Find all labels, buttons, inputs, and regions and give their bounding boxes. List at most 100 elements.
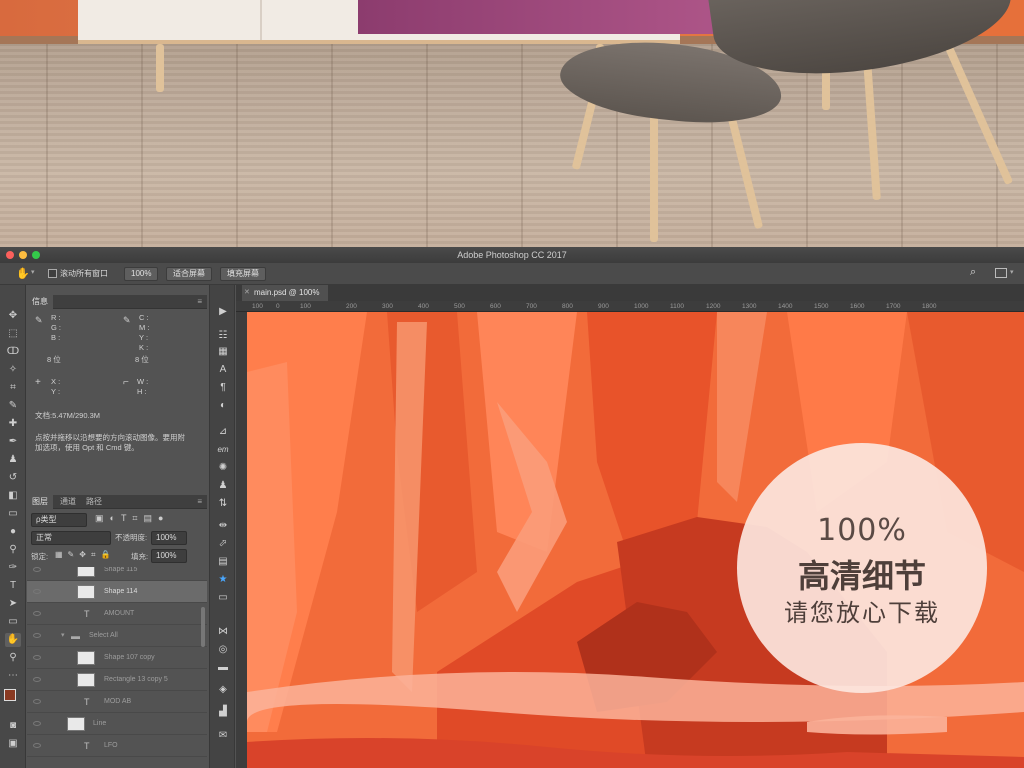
- ruler-mark: 1700: [886, 303, 901, 310]
- glyphs-icon[interactable]: em: [215, 443, 231, 457]
- blur-tool-icon[interactable]: ●: [5, 525, 21, 539]
- color-icon[interactable]: ▭: [215, 591, 231, 605]
- document-tab[interactable]: ✕ main.psd @ 100%: [242, 285, 328, 301]
- play-actions-icon[interactable]: ▶: [215, 305, 231, 319]
- layer-row[interactable]: Shape 107 copy: [27, 647, 207, 669]
- brush-tool-icon[interactable]: ✒: [5, 435, 21, 449]
- layer-thumbnail: [77, 651, 95, 665]
- 3d-icon[interactable]: ⋈: [215, 625, 231, 639]
- visibility-eye-icon[interactable]: [33, 633, 41, 638]
- layer-row[interactable]: T MOD AB: [27, 691, 207, 713]
- ruler-mark: 200: [346, 303, 357, 310]
- visibility-eye-icon[interactable]: [33, 677, 41, 682]
- timeline-icon[interactable]: ⇹: [215, 519, 231, 533]
- lasso-tool-icon[interactable]: ↀ: [5, 345, 21, 359]
- selection-size-icon: ⌐: [123, 377, 129, 388]
- crop-tool-icon[interactable]: ⌗: [5, 381, 21, 395]
- tool-preset-dropdown-icon[interactable]: ▾: [31, 268, 35, 276]
- magic-wand-tool-icon[interactable]: ✧: [5, 363, 21, 377]
- blend-mode-dropdown[interactable]: 正常: [31, 531, 111, 545]
- layer-row[interactable]: T LFO: [27, 735, 207, 757]
- properties-icon[interactable]: ☷: [215, 329, 231, 343]
- tab-channels[interactable]: 通道: [55, 495, 81, 509]
- paths-icon[interactable]: ▬: [215, 661, 231, 675]
- layer-filter-icons[interactable]: ▣◐T⌗▤●: [95, 513, 169, 524]
- visibility-eye-icon[interactable]: [33, 567, 41, 572]
- visibility-eye-icon[interactable]: [33, 699, 41, 704]
- fit-screen-button[interactable]: 适合屏幕: [166, 267, 212, 281]
- minimize-window-button[interactable]: [19, 251, 27, 259]
- screen-mode-icon[interactable]: ▣: [5, 737, 21, 751]
- tab-info[interactable]: 信息: [27, 295, 53, 309]
- search-icon[interactable]: ⌕: [970, 266, 976, 279]
- rgb-labels: R : G : B :: [51, 313, 62, 342]
- clone-stamp-tool-icon[interactable]: ♟: [5, 453, 21, 467]
- zoom-tool-icon[interactable]: ⚲: [5, 651, 21, 665]
- rectangle-tool-icon[interactable]: ▭: [5, 615, 21, 629]
- channels-icon[interactable]: ◎: [215, 643, 231, 657]
- libraries-icon[interactable]: ★: [215, 573, 231, 587]
- gradient-tool-icon[interactable]: ▭: [5, 507, 21, 521]
- group-expand-icon[interactable]: ▾: [61, 625, 65, 647]
- navigator-icon[interactable]: ⬀: [215, 537, 231, 551]
- hand-tool-icon[interactable]: ✋: [16, 267, 30, 280]
- quick-mask-icon[interactable]: ◙: [5, 719, 21, 733]
- visibility-eye-icon[interactable]: [33, 655, 41, 660]
- brush-settings-icon[interactable]: ✺: [215, 461, 231, 475]
- layer-row[interactable]: T AMOUNT: [27, 603, 207, 625]
- adjustments-icon[interactable]: ▦: [215, 345, 231, 359]
- layer-row-selected[interactable]: Shape 114: [27, 581, 207, 603]
- scroll-all-windows-label: 滚动所有窗口: [60, 269, 108, 278]
- layer-group-row[interactable]: ▾ ▬ Select All: [27, 625, 207, 647]
- tab-layers[interactable]: 图层: [27, 495, 53, 509]
- visibility-eye-icon[interactable]: [33, 611, 41, 616]
- dodge-tool-icon[interactable]: ⚲: [5, 543, 21, 557]
- character-icon[interactable]: A: [215, 363, 231, 377]
- healing-brush-tool-icon[interactable]: ✚: [5, 417, 21, 431]
- layers-scrollbar[interactable]: [201, 607, 205, 647]
- opacity-field[interactable]: 100%: [151, 531, 187, 545]
- eraser-tool-icon[interactable]: ◧: [5, 489, 21, 503]
- hand-tool-icon[interactable]: ✋: [5, 633, 21, 647]
- clone-source-icon[interactable]: ♟: [215, 479, 231, 493]
- pen-tool-icon[interactable]: ✑: [5, 561, 21, 575]
- foreground-color-swatch[interactable]: [4, 689, 16, 701]
- histogram-icon[interactable]: ▟: [215, 705, 231, 719]
- fill-screen-button[interactable]: 填充屏幕: [220, 267, 266, 281]
- zoom-100-button[interactable]: 100%: [124, 267, 159, 281]
- ruler-mark: 100: [252, 303, 263, 310]
- measurement-icon[interactable]: ⊿: [215, 425, 231, 439]
- tab-paths[interactable]: 路径: [81, 495, 107, 509]
- type-tool-icon[interactable]: T: [5, 579, 21, 593]
- swatches-icon[interactable]: ▤: [215, 555, 231, 569]
- styles-icon[interactable]: ◐: [215, 399, 231, 413]
- panel-menu-icon[interactable]: ≡: [197, 295, 202, 309]
- layer-row[interactable]: Shape 115: [27, 567, 207, 581]
- history-brush-tool-icon[interactable]: ↺: [5, 471, 21, 485]
- workspace-switcher-icon[interactable]: [995, 268, 1007, 278]
- path-selection-tool-icon[interactable]: ➤: [5, 597, 21, 611]
- visibility-eye-icon[interactable]: [33, 743, 41, 748]
- marquee-tool-icon[interactable]: ⬚: [5, 327, 21, 341]
- ruler-mark: 1800: [922, 303, 937, 310]
- scroll-all-windows-checkbox[interactable]: [48, 269, 57, 278]
- panel-menu-icon[interactable]: ≡: [197, 495, 202, 509]
- layer-row[interactable]: Line: [27, 713, 207, 735]
- visibility-eye-icon[interactable]: [33, 721, 41, 726]
- eyedropper-tool-icon[interactable]: ✎: [5, 399, 21, 413]
- more-tools-icon[interactable]: ⋯: [5, 669, 21, 683]
- layer-row[interactable]: Rectangle 13 copy 5: [27, 669, 207, 691]
- layer-filter-dropdown[interactable]: ρ类型: [31, 513, 87, 527]
- lock-icons[interactable]: ▦✎✥⌗🔒: [55, 550, 115, 560]
- visibility-eye-icon[interactable]: [33, 589, 41, 594]
- layers-icon[interactable]: ◈: [215, 683, 231, 697]
- notes-icon[interactable]: ✉: [215, 729, 231, 743]
- close-tab-icon[interactable]: ✕: [244, 285, 250, 301]
- workspace-dropdown-icon[interactable]: ▾: [1010, 268, 1014, 276]
- history-icon[interactable]: ⇅: [215, 497, 231, 511]
- move-tool-icon[interactable]: ✥: [5, 309, 21, 323]
- close-window-button[interactable]: [6, 251, 14, 259]
- paragraph-icon[interactable]: ¶: [215, 381, 231, 395]
- fill-field[interactable]: 100%: [151, 549, 187, 563]
- zoom-window-button[interactable]: [32, 251, 40, 259]
